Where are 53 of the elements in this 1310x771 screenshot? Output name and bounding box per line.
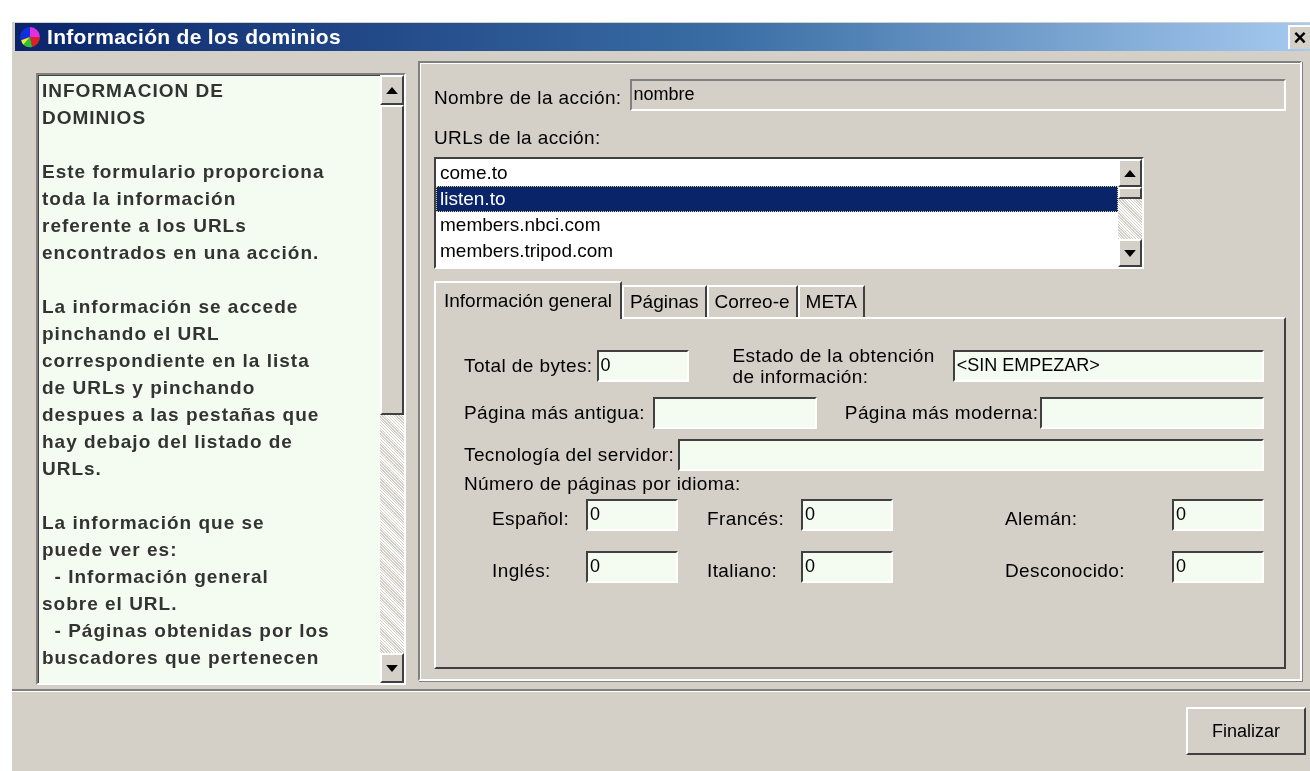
up-arrow-icon: [1124, 169, 1136, 177]
help-paragraph: INFORMACION DE DOMINIOS: [42, 79, 225, 130]
scroll-thumb[interactable]: [380, 105, 404, 415]
close-button[interactable]: ×: [1288, 25, 1310, 49]
tab[interactable]: Correo-e: [706, 285, 798, 317]
field-label: Desconocido:: [1005, 560, 1125, 582]
newest-page-field[interactable]: [1040, 397, 1264, 429]
language-count-field[interactable]: 0: [801, 551, 893, 583]
scroll-thumb[interactable]: [1118, 187, 1142, 199]
oldest-page-field[interactable]: [652, 397, 817, 429]
field-label: Inglés:: [492, 560, 552, 582]
down-arrow-icon: [386, 664, 398, 672]
scroll-down-button[interactable]: [1118, 239, 1142, 267]
url-list-item[interactable]: listen.to: [436, 186, 1118, 212]
url-list-item[interactable]: come.to: [436, 160, 1118, 186]
help-paragraph: La información se accede pinchando el URL correspondiente en la lista de URLs y pinchando despues a las pestañas que hay debajo del listado de URLs.: [42, 295, 321, 481]
field-label: Número de páginas por idioma:: [464, 473, 742, 495]
tab[interactable]: META: [797, 285, 865, 317]
field-label: Italiano:: [707, 560, 779, 582]
language-count-field[interactable]: 0: [1172, 499, 1264, 531]
help-paragraph: Este formulario proporciona toda la información referente a los URLs encontrados en una acción.: [42, 160, 326, 265]
scrollbar[interactable]: [1118, 159, 1142, 267]
scroll-up-button[interactable]: [380, 75, 404, 105]
field-label: Página más moderna:: [844, 402, 1039, 424]
field-label: Estado de la obtención de información:: [732, 345, 935, 387]
url-list-item[interactable]: members.tripod.com: [436, 238, 1118, 264]
language-count-field[interactable]: 0: [801, 499, 893, 531]
field-label: Francés:: [707, 508, 786, 530]
scroll-up-button[interactable]: [1118, 159, 1142, 187]
url-list-item[interactable]: members.nbci.com: [436, 212, 1118, 238]
language-count-field[interactable]: 0: [586, 551, 678, 583]
field-label: Total de bytes:: [464, 355, 593, 377]
finish-button[interactable]: Finalizar: [1186, 707, 1306, 755]
field-label: Alemán:: [1005, 508, 1079, 530]
down-arrow-icon: [1124, 249, 1136, 257]
tab[interactable]: Información general: [434, 281, 622, 319]
total-bytes-field[interactable]: 0: [596, 350, 689, 382]
help-paragraph: La información que se puede ver es: - Información general sobre el URL. - Páginas obtenidas por los buscadores que pertenecen: [42, 511, 331, 670]
field-label: Tecnología del servidor:: [464, 444, 675, 466]
up-arrow-icon: [386, 86, 398, 94]
status-field[interactable]: <SIN EMPEZAR>: [952, 350, 1264, 382]
server-technology-field[interactable]: [678, 439, 1264, 471]
field-label: Página más antigua:: [464, 402, 645, 424]
language-count-field[interactable]: 0: [1172, 551, 1264, 583]
scroll-down-button[interactable]: [380, 653, 404, 683]
scrollbar[interactable]: [380, 75, 404, 683]
language-count-field[interactable]: 0: [586, 499, 678, 531]
field-label: URLs de la acción:: [434, 127, 602, 149]
pie-chart-icon: [19, 26, 41, 48]
field-label: Español:: [492, 508, 571, 530]
window-title: Información de los dominios: [47, 25, 342, 49]
tab[interactable]: Páginas: [621, 285, 707, 317]
field-label: Nombre de la acción:: [434, 87, 622, 109]
